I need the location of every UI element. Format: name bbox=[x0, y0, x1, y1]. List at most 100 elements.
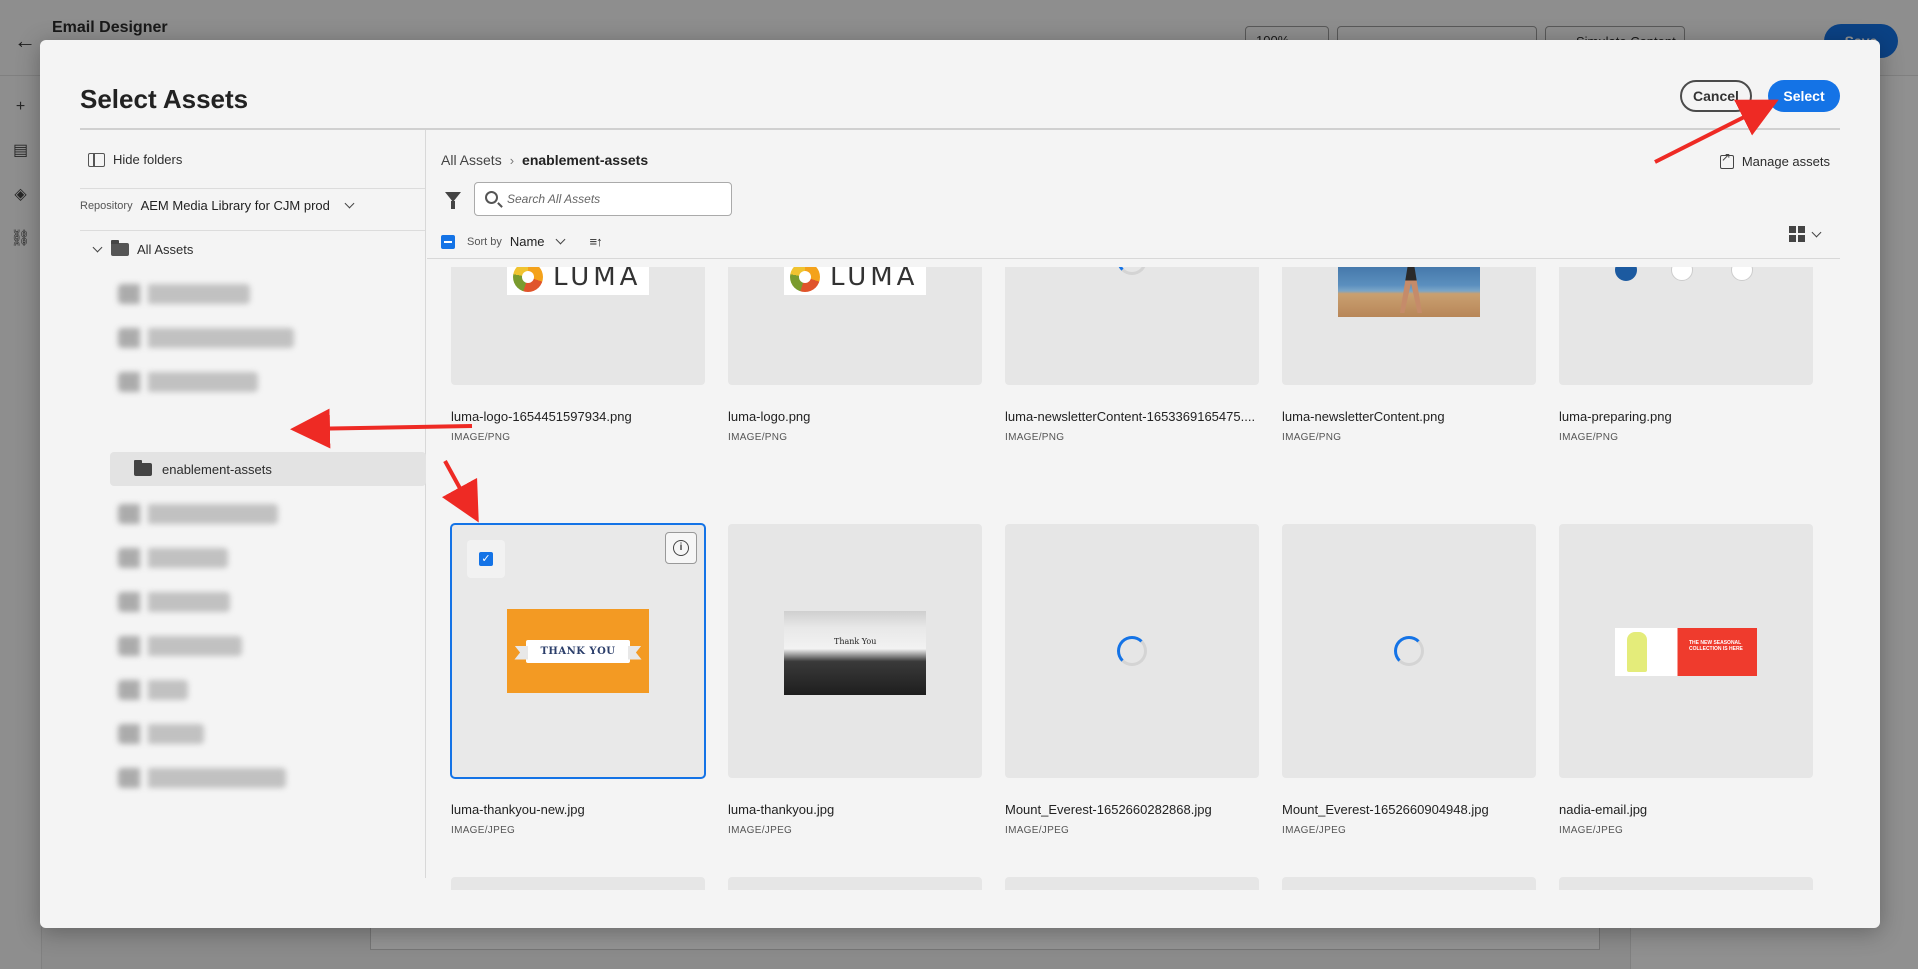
chevron-right-icon: › bbox=[509, 152, 515, 168]
asset-type: IMAGE/PNG bbox=[1005, 432, 1065, 443]
chevron-down-icon bbox=[344, 198, 355, 209]
asset-grid: LUMA luma-logo-1654451597934.png IMAGE/PNG… bbox=[427, 267, 1840, 890]
asset-card[interactable]: THE NEW SEASONAL COLLECTION IS HERE nadia… bbox=[1559, 524, 1813, 836]
tree-root-all-assets[interactable]: All Assets bbox=[92, 240, 194, 257]
sort-field-select[interactable]: Name bbox=[510, 234, 545, 249]
asset-card[interactable]: Thank You luma-thankyou.jpg IMAGE/JPEG bbox=[728, 524, 982, 836]
luma-logo-mark bbox=[790, 267, 820, 292]
asset-type: IMAGE/JPEG bbox=[1282, 825, 1347, 836]
tree-item-blurred[interactable] bbox=[118, 680, 188, 700]
asset-type: IMAGE/JPEG bbox=[728, 825, 793, 836]
breadcrumb: All Assets › enablement-assets bbox=[441, 152, 648, 168]
asset-name: luma-logo-1654451597934.png bbox=[451, 409, 632, 424]
hide-folders-label: Hide folders bbox=[113, 152, 183, 167]
luma-wordmark: LUMA bbox=[553, 267, 642, 292]
asset-thumbnail-placeholder[interactable] bbox=[1005, 877, 1259, 890]
select-assets-modal: Select Assets Cancel Select Hide folders… bbox=[40, 40, 1880, 928]
chevron-down-icon[interactable] bbox=[92, 242, 103, 253]
tree-item-blurred[interactable] bbox=[118, 372, 258, 392]
tree-item-blurred[interactable] bbox=[118, 328, 294, 348]
assets-panel: All Assets › enablement-assets Manage as… bbox=[427, 130, 1840, 890]
info-button[interactable]: i bbox=[665, 532, 697, 564]
cancel-button[interactable]: Cancel bbox=[1680, 80, 1752, 112]
asset-thumbnail[interactable] bbox=[1005, 267, 1259, 385]
select-all-checkbox[interactable] bbox=[441, 234, 455, 249]
folder-open-icon bbox=[111, 240, 129, 256]
tree-root-label: All Assets bbox=[137, 242, 194, 257]
tree-item-blurred[interactable] bbox=[118, 724, 204, 744]
asset-type: IMAGE/JPEG bbox=[451, 825, 516, 836]
filter-icon[interactable] bbox=[445, 192, 461, 209]
luma-wordmark: LUMA bbox=[830, 267, 919, 292]
asset-thumbnail[interactable] bbox=[1282, 267, 1536, 385]
panel-toggle-icon bbox=[88, 152, 105, 167]
asset-thumbnail-placeholder[interactable] bbox=[1282, 877, 1536, 890]
preparing-icons-image bbox=[1615, 267, 1757, 281]
asset-thumbnail[interactable]: THANK YOU ✓ i bbox=[450, 523, 706, 779]
folder-panel: Hide folders Repository AEM Media Librar… bbox=[80, 130, 426, 878]
asset-thumbnail-placeholder[interactable] bbox=[728, 877, 982, 890]
asset-checkbox[interactable]: ✓ bbox=[467, 540, 505, 578]
chevron-down-icon[interactable] bbox=[555, 234, 565, 245]
asset-card[interactable]: luma-newsletterContent-1653369165475....… bbox=[1005, 267, 1259, 443]
thank-you-banner-image: THANK YOU bbox=[507, 609, 649, 693]
loading-spinner bbox=[1117, 267, 1147, 275]
select-button[interactable]: Select bbox=[1768, 80, 1840, 112]
asset-type: IMAGE/PNG bbox=[728, 432, 788, 443]
asset-card[interactable]: LUMA luma-logo-1654451597934.png IMAGE/PNG bbox=[451, 267, 705, 443]
loading-spinner bbox=[1117, 636, 1147, 666]
asset-name: Mount_Everest-1652660282868.jpg bbox=[1005, 802, 1212, 817]
tree-item-enablement-assets[interactable]: enablement-assets bbox=[110, 452, 426, 486]
asset-card[interactable]: luma-newsletterContent.png IMAGE/PNG bbox=[1282, 267, 1536, 443]
asset-type: IMAGE/PNG bbox=[1559, 432, 1619, 443]
asset-thumbnail[interactable]: THE NEW SEASONAL COLLECTION IS HERE bbox=[1559, 524, 1813, 778]
luma-logo-mark bbox=[513, 267, 543, 292]
repository-label: Repository bbox=[80, 199, 133, 212]
asset-card[interactable]: Mount_Everest-1652660282868.jpg IMAGE/JPE… bbox=[1005, 524, 1259, 836]
tree-item-blurred[interactable] bbox=[118, 548, 228, 568]
asset-thumbnail-placeholder[interactable] bbox=[451, 877, 705, 890]
asset-thumbnail[interactable]: LUMA bbox=[728, 267, 982, 385]
external-link-icon bbox=[1719, 150, 1734, 169]
repository-picker[interactable]: Repository AEM Media Library for CJM pro… bbox=[80, 198, 355, 213]
sort-direction-icon[interactable]: ≡↑ bbox=[590, 234, 603, 249]
asset-type: IMAGE/JPEG bbox=[1005, 825, 1070, 836]
tree-item-blurred[interactable] bbox=[118, 636, 242, 656]
breadcrumb-all-assets[interactable]: All Assets bbox=[441, 152, 502, 168]
hide-folders-button[interactable]: Hide folders bbox=[88, 152, 182, 167]
banner-text: THE NEW SEASONAL COLLECTION IS HERE bbox=[1689, 640, 1743, 652]
asset-thumbnail[interactable] bbox=[1559, 267, 1813, 385]
asset-thumbnail[interactable] bbox=[1005, 524, 1259, 778]
breadcrumb-current: enablement-assets bbox=[522, 152, 649, 168]
asset-name: nadia-email.jpg bbox=[1559, 802, 1648, 817]
manage-assets-link[interactable]: Manage assets bbox=[1719, 150, 1830, 169]
divider bbox=[80, 230, 425, 231]
tree-item-blurred[interactable] bbox=[118, 768, 286, 788]
asset-name: luma-newsletterContent.png bbox=[1282, 409, 1445, 424]
search-icon bbox=[485, 191, 498, 204]
asset-card[interactable]: luma-preparing.png IMAGE/PNG bbox=[1559, 267, 1813, 443]
tree-item-blurred[interactable] bbox=[118, 284, 250, 304]
asset-name: Mount_Everest-1652660904948.jpg bbox=[1282, 802, 1489, 817]
search-input[interactable] bbox=[507, 183, 727, 215]
asset-card[interactable]: THANK YOU ✓ i luma-thankyou-new.jpg IMAGE/JP… bbox=[450, 523, 706, 836]
chevron-down-icon bbox=[1811, 227, 1822, 237]
asset-name: luma-logo.png bbox=[728, 409, 811, 424]
asset-card[interactable]: LUMA luma-logo.png IMAGE/PNG bbox=[728, 267, 982, 443]
seasonal-banner-image: THE NEW SEASONAL COLLECTION IS HERE bbox=[1615, 628, 1757, 676]
tree-item-blurred[interactable] bbox=[118, 504, 278, 524]
asset-card[interactable]: Mount_Everest-1652660904948.jpg IMAGE/JPE… bbox=[1282, 524, 1536, 836]
beach-yoga-image bbox=[1338, 267, 1480, 317]
asset-thumbnail[interactable] bbox=[1282, 524, 1536, 778]
tree-item-blurred[interactable] bbox=[118, 592, 230, 612]
asset-thumbnail[interactable]: Thank You bbox=[728, 524, 982, 778]
view-mode-toggle[interactable] bbox=[1789, 226, 1822, 242]
divider bbox=[427, 258, 1840, 259]
asset-thumbnail-placeholder[interactable] bbox=[1559, 877, 1813, 890]
info-icon: i bbox=[673, 540, 689, 556]
tree-item-label: enablement-assets bbox=[162, 461, 272, 477]
asset-thumbnail[interactable]: LUMA bbox=[451, 267, 705, 385]
asset-name: luma-thankyou-new.jpg bbox=[451, 802, 585, 817]
sort-by-label: Sort by bbox=[467, 235, 502, 248]
typewriter-text: Thank You bbox=[834, 637, 877, 646]
